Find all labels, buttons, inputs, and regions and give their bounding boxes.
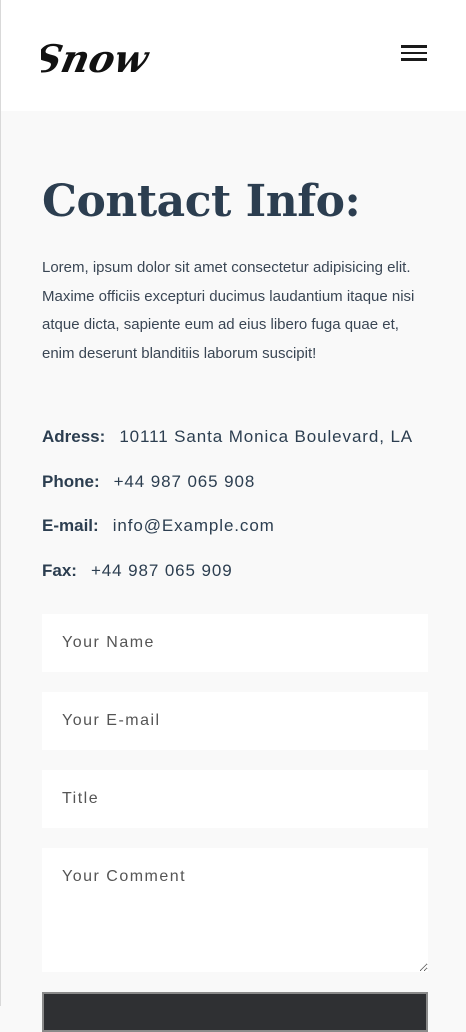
phone-label: Phone: <box>42 472 100 491</box>
fax-label: Fax: <box>42 561 77 580</box>
email-row: E-mail: info@Example.com <box>42 516 275 536</box>
fax-value: +44 987 065 909 <box>90 561 233 580</box>
submit-button[interactable] <box>42 992 428 1032</box>
contact-description: Lorem, ipsum dolor sit amet consectetur … <box>42 259 415 363</box>
fax-row: Fax: +44 987 065 909 <box>42 561 233 581</box>
menu-line <box>401 51 427 54</box>
site-header: Snow <box>1 0 466 111</box>
logo[interactable]: Snow <box>41 28 151 80</box>
email-input[interactable] <box>42 692 428 750</box>
menu-line <box>401 58 427 61</box>
email-value[interactable]: info@Example.com <box>113 516 275 535</box>
address-row: Adress: 10111 Santa Monica Boulevard, LA <box>42 427 413 447</box>
email-label: E-mail: <box>42 516 99 535</box>
address-value: 10111 Santa Monica Boulevard, LA <box>119 427 414 446</box>
menu-line <box>401 45 427 48</box>
page-border <box>0 0 1 1006</box>
page-title: Contact Info: <box>42 176 361 227</box>
title-input[interactable] <box>42 770 428 828</box>
name-input[interactable] <box>42 614 428 672</box>
hamburger-menu-icon[interactable] <box>401 45 427 61</box>
phone-value[interactable]: +44 987 065 908 <box>114 472 256 491</box>
address-label: Adress: <box>42 427 106 446</box>
phone-row: Phone: +44 987 065 908 <box>42 472 255 492</box>
comment-textarea[interactable] <box>42 848 428 972</box>
svg-text:Snow: Snow <box>41 37 151 80</box>
